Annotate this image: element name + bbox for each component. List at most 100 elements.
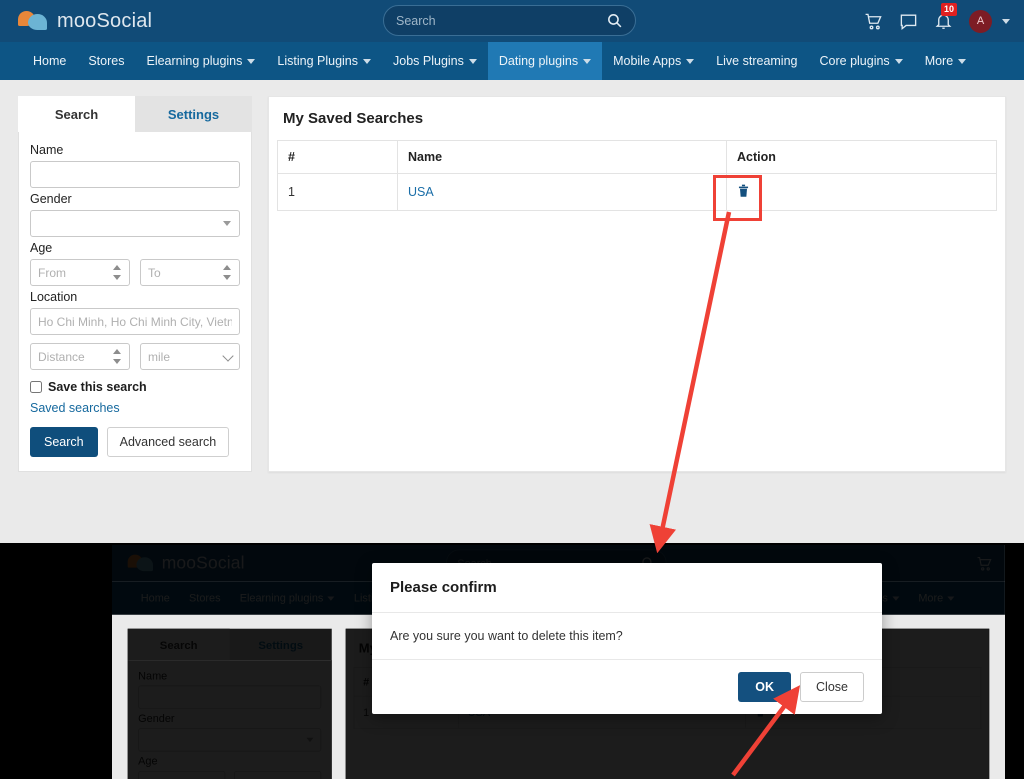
nav-item-label: Listing Plugins [277,54,358,68]
nav-item-label: Home [140,592,170,605]
gender-select[interactable] [30,210,240,237]
nav-item-mobile-apps[interactable]: Mobile Apps [602,42,705,80]
nav-item-dating-plugins[interactable]: Dating plugins [487,42,603,80]
notifications-button[interactable]: 10 [934,2,958,31]
nav-item-home[interactable]: Home [22,42,77,80]
location-input[interactable] [30,308,240,335]
tab-search-dim: Search [127,628,230,661]
nav-item-listing-plugins[interactable]: Listing Plugins [266,42,382,80]
advanced-search-button[interactable]: Advanced search [106,427,230,457]
nav-item-more[interactable]: More [914,42,977,80]
tab-settings[interactable]: Settings [135,96,252,132]
location-label: Location [30,290,78,304]
live-page: mooSocial Search 10 A Home Stores Elearn… [0,0,1024,543]
table-row: 1 USA [277,173,997,211]
speech-bubbles-icon [127,553,154,574]
age-from-stepper[interactable] [30,259,130,286]
nav-item-label: Home [33,54,67,68]
dialog-actions: OK Close [372,660,882,714]
search-sidebar: Search Settings Name Gender Age From To … [18,96,252,472]
unit-select[interactable] [140,343,240,370]
nav-item-label: Stores [189,592,221,605]
header-search-box[interactable] [383,5,636,36]
nav-item-core-plugins[interactable]: Core plugins [809,42,914,80]
stepper-arrows-icon[interactable] [112,349,122,364]
search-form: Name Gender Age From To Location Ho Chi … [18,132,252,472]
nav-item-stores: Stores [179,582,230,615]
avatar[interactable]: A [969,9,992,33]
confirm-dialog: Please confirm Are you sure you want to … [372,563,882,714]
brand-name: mooSocial [57,9,153,32]
stepper-arrows-icon[interactable] [112,265,122,280]
nav-item-label: More [918,592,944,605]
gender-select-value[interactable] [30,210,240,237]
notification-badge: 10 [941,2,958,16]
name-label: Name [30,143,64,157]
age-from-input-dim [138,770,226,779]
nav-item-label: More [924,54,954,68]
nav-item-label: Dating plugins [498,54,579,68]
chevron-down-icon [947,596,955,601]
brand-logo[interactable]: mooSocial [18,9,152,33]
distance-stepper[interactable] [30,343,130,370]
nav-item-label: Live streaming [716,54,798,68]
brand-name-dim: mooSocial [161,553,245,573]
chevron-down-icon [327,596,335,601]
name-input[interactable] [30,161,240,188]
nav-item-label: Jobs Plugins [393,54,464,68]
header-icon-group: 10 A [864,0,1010,42]
search-input[interactable] [396,13,606,28]
trash-icon[interactable] [737,183,750,198]
tab-settings-dim: Settings [258,637,304,651]
table-header-row: # Name Action [277,140,997,174]
saved-searches-table: # Name Action 1 USA [277,140,997,211]
save-this-search-checkbox[interactable] [30,381,42,393]
gender-label-dim: Gender [138,712,175,725]
name-label-dim: Name [138,669,168,682]
cart-icon [977,556,992,571]
dialog-message: Are you sure you want to delete this ite… [372,613,882,660]
nav-item-elearning-plugins[interactable]: Elearning plugins [135,42,266,80]
sidebar-tabs: Search Settings [18,96,252,132]
age-to-input-dim [234,770,322,779]
main-navigation: Home Stores Elearning plugins Listing Plugi… [0,42,1024,80]
nav-item-stores[interactable]: Stores [77,42,135,80]
nav-item-live-streaming[interactable]: Live streaming [705,42,808,80]
nav-item-more: More [909,582,964,615]
saved-search-link[interactable]: USA [408,185,434,199]
cart-icon[interactable] [864,12,883,31]
gender-label: Gender [30,192,72,206]
screenshot-root: mooSocial Search 10 A Home Stores Elearn… [0,0,1024,779]
chevron-down-icon [958,58,967,64]
search-icon[interactable] [606,12,623,29]
chevron-down-icon [894,58,903,64]
row-number: 1 [277,173,398,211]
stepper-arrows-icon[interactable] [222,265,232,280]
ok-button[interactable]: OK [738,672,792,702]
age-to-stepper[interactable] [140,259,240,286]
chevron-down-icon [363,58,371,64]
chevron-down-icon [223,221,231,226]
nav-item-label: Elearning plugins [146,54,243,68]
close-button[interactable]: Close [800,672,864,702]
nav-item-home: Home [131,582,179,615]
top-header-bar: mooSocial Search 10 A [0,0,1024,42]
panel-footer-space [269,211,1005,245]
search-button[interactable]: Search [30,427,98,457]
save-this-search-row[interactable]: Save this search [30,380,240,394]
column-header-number: # [277,140,398,174]
saved-searches-panel: My Saved Searches # Name Action 1 USA [268,96,1006,472]
nav-item-label: Core plugins [819,54,890,68]
tab-search[interactable]: Search [18,96,135,132]
chevron-down-icon [247,58,256,64]
chevron-down-icon[interactable] [1002,18,1010,24]
column-header-action: Action [726,140,997,174]
page-content: Search Settings Name Gender Age From To … [0,80,1024,472]
saved-searches-link[interactable]: Saved searches [30,401,240,415]
message-icon[interactable] [899,12,918,31]
nav-item-jobs-plugins[interactable]: Jobs Plugins [382,42,488,80]
search-sidebar-dim: Search Settings Name Gender Age [127,628,332,779]
chevron-down-icon [686,58,695,64]
age-label-dim: Age [138,755,158,768]
nav-item-elearning-plugins: Elearning plugins [230,582,344,615]
